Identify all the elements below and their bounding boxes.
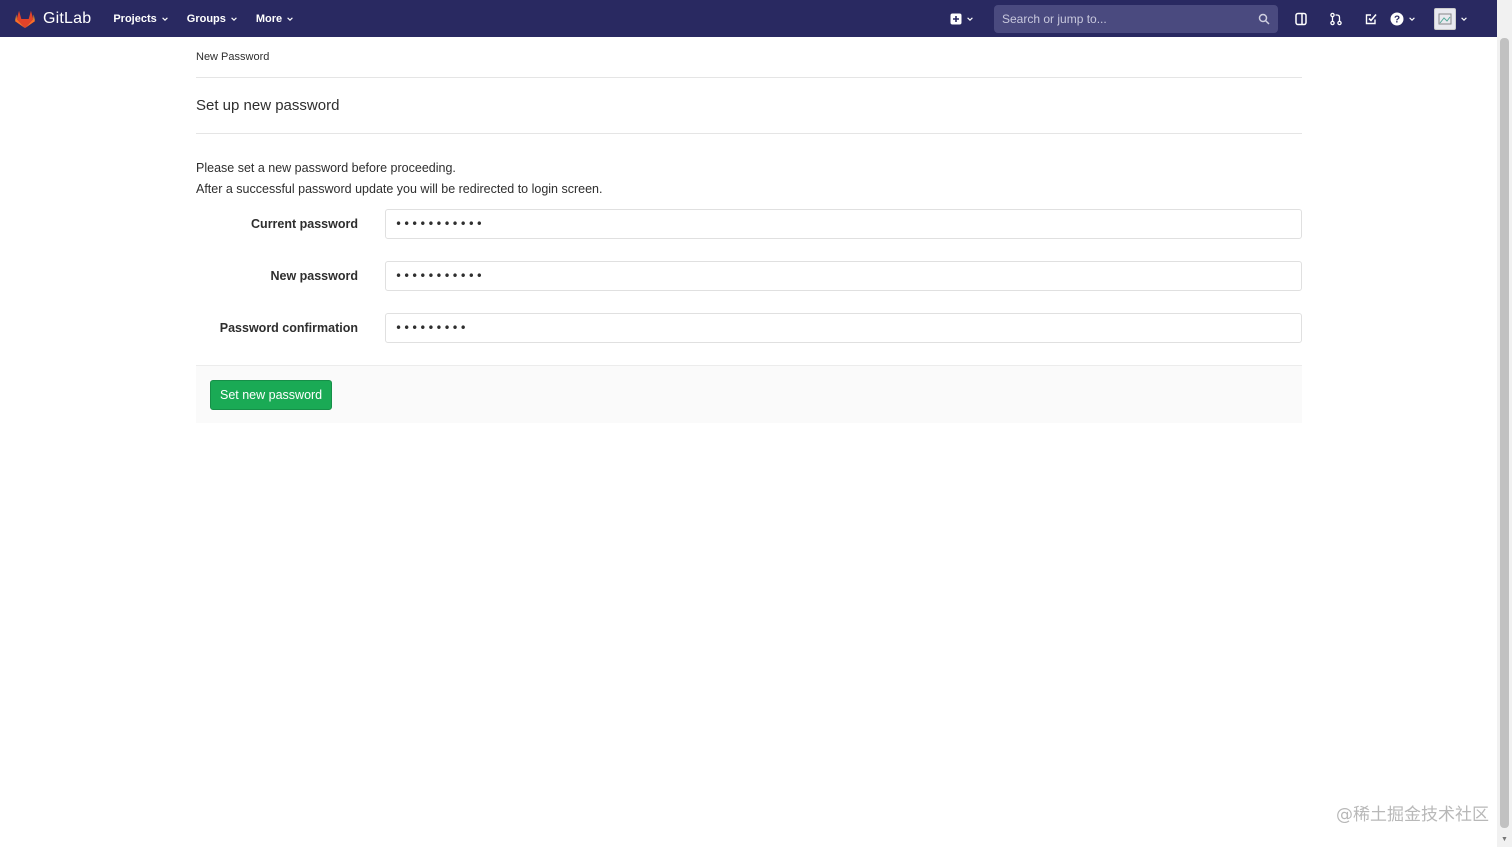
password-confirmation-row: Password confirmation ••••••••• [196,313,1302,343]
intro-line-2: After a successful password update you w… [196,182,603,196]
password-confirmation-label: Password confirmation [219,321,358,335]
chevron-down-icon [1409,16,1415,21]
merge-requests-button[interactable] [1318,0,1353,37]
page-title: Set up new password [196,78,1302,134]
form-actions: Set new password [196,365,1302,423]
chevron-down-icon [161,16,168,21]
breadcrumb: New Password [196,37,1302,78]
help-dropdown[interactable]: ? [1390,12,1424,26]
new-password-row: New password ••••••••••• [196,261,1302,291]
chevron-down-icon [1461,16,1467,21]
page-title-text: Set up new password [196,97,340,114]
scrollbar-thumb[interactable] [1500,38,1509,828]
nav-groups-dropdown[interactable]: Groups [187,0,238,37]
nav-menu: Projects Groups More [113,0,312,37]
gitlab-logo-icon [15,10,35,28]
sidebar-toggle-button[interactable] [1283,0,1318,37]
todos-button[interactable] [1353,0,1388,37]
broken-image-icon [1438,13,1452,24]
intro-line-1: Please set a new password before proceed… [196,161,456,175]
new-password-label: New password [270,269,358,283]
user-menu-dropdown[interactable] [1434,7,1468,30]
nav-item-label: Groups [186,12,226,25]
current-password-label: Current password [251,217,358,231]
breadcrumb-item[interactable]: New Password [196,51,269,63]
scroll-down-arrow-icon[interactable]: ▼ [1501,836,1508,843]
search-box [994,4,1278,33]
avatar [1434,7,1456,30]
gitlab-logo-link[interactable]: GitLab [14,0,91,37]
search-input[interactable] [1002,11,1242,26]
todo-check-icon [1365,13,1377,24]
chevron-down-icon [287,16,293,21]
main-content: New Password Set up new password Please … [196,37,1302,423]
intro-text: Please set a new password before proceed… [196,158,1302,200]
chevron-down-icon [967,16,973,21]
new-password-field[interactable]: ••••••••••• [385,261,1302,291]
watermark: @稀土掘金技术社区 [1336,805,1489,825]
nav-projects-dropdown[interactable]: Projects [113,0,168,37]
current-password-field[interactable]: ••••••••••• [385,209,1302,239]
svg-text:?: ? [1394,14,1400,25]
nav-more-dropdown[interactable]: More [256,0,294,37]
nav-item-label: Projects [113,12,157,25]
merge-request-icon [1329,12,1342,25]
top-navbar: GitLab Projects Groups More Search or ju… [0,0,1497,37]
sidebar-toggle-icon [1294,12,1307,25]
set-new-password-button[interactable]: Set new password [210,379,333,410]
current-password-row: Current password ••••••••••• [196,209,1302,239]
search-icon[interactable] [1258,13,1270,25]
brand-name: GitLab [43,9,92,27]
chevron-down-icon [231,16,237,21]
page-scrollbar[interactable]: ▼ [1497,0,1512,847]
nav-item-label: More [255,12,283,25]
nav-right-section: ? [950,0,1468,37]
help-icon: ? [1390,12,1404,25]
plus-square-icon [950,13,962,24]
password-confirmation-field[interactable]: ••••••••• [385,313,1302,343]
new-item-dropdown[interactable] [950,13,980,25]
